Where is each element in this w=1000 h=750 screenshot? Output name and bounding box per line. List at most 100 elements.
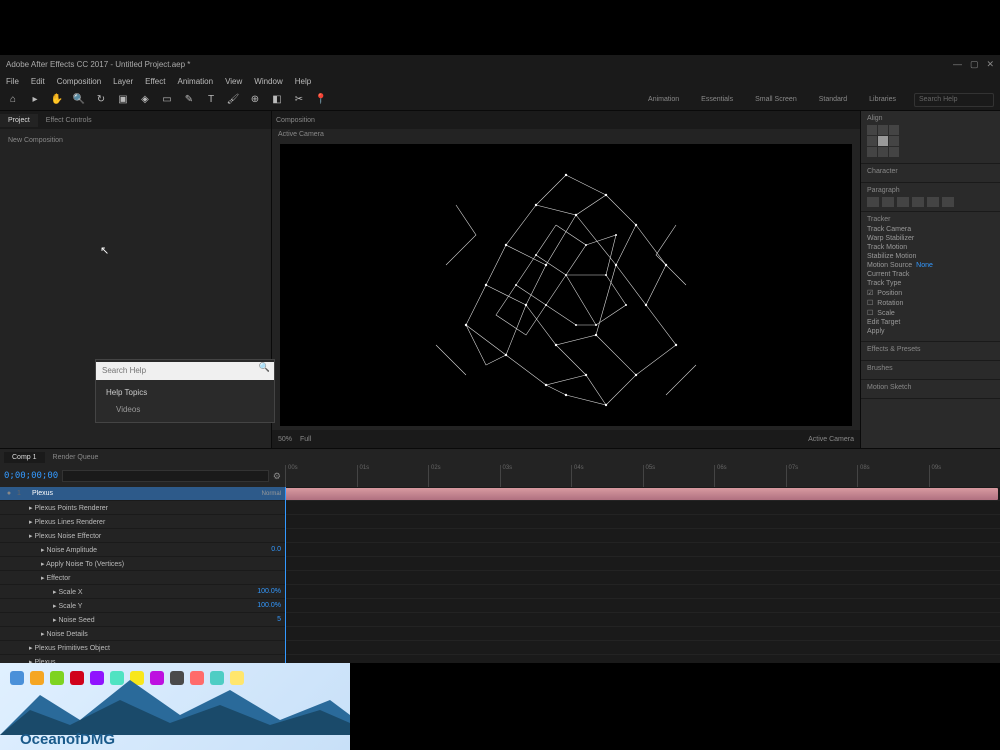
warp-stabilizer-button[interactable]: Warp Stabilizer xyxy=(867,235,914,242)
text-tool-icon[interactable]: T xyxy=(204,93,218,107)
paragraph-align-icons[interactable] xyxy=(867,197,994,207)
workspace-libraries[interactable]: Libraries xyxy=(859,94,906,105)
menu-edit[interactable]: Edit xyxy=(31,77,45,86)
menu-layer[interactable]: Layer xyxy=(113,77,133,86)
maximize-button[interactable]: ▢ xyxy=(970,59,979,70)
position-checkbox-label[interactable]: Position xyxy=(877,290,902,297)
comp-viewer-tabs: Composition xyxy=(272,111,860,129)
project-header: New Composition xyxy=(8,137,263,144)
timeline-panel: Comp 1 Render Queue 0;00;00;00 ⚙ 00s 01s… xyxy=(0,448,1000,663)
layer-row[interactable]: ▸ Plexus Noise Effector xyxy=(0,529,285,543)
viewer-camera-label: Active Camera xyxy=(272,129,860,140)
menu-animation[interactable]: Animation xyxy=(177,77,213,86)
window-title: Adobe After Effects CC 2017 - Untitled P… xyxy=(6,60,190,69)
stabilize-motion-button[interactable]: Stabilize Motion xyxy=(867,253,916,260)
layer-row[interactable]: ▸ Plexus xyxy=(0,655,285,663)
layer-row[interactable]: ▸ Scale X100.0% xyxy=(0,585,285,599)
menu-file[interactable]: File xyxy=(6,77,19,86)
project-panel: Project Effect Controls New Composition … xyxy=(0,111,272,448)
home-icon[interactable]: ⌂ xyxy=(6,93,20,107)
motion-source-label: Motion Source xyxy=(867,262,912,269)
edit-target-button[interactable]: Edit Target xyxy=(867,319,900,326)
layer-row[interactable]: ▸ Plexus Primitives Object xyxy=(0,641,285,655)
search-result-videos[interactable]: Videos xyxy=(96,401,274,418)
anchor-grid[interactable] xyxy=(867,125,994,157)
workspace-essentials[interactable]: Essentials xyxy=(691,94,743,105)
workspace-standard[interactable]: Standard xyxy=(809,94,857,105)
timeline-body: ●1PlexusNormal▸ Plexus Points Renderer▸ … xyxy=(0,487,1000,663)
toolbar: ⌂ ▸ ✋ 🔍 ↻ ▣ ◈ ▭ ✎ T 🖌 ⊕ ◧ ✂ 📍 Animation … xyxy=(0,89,1000,111)
layer-row[interactable]: ▸ Scale Y100.0% xyxy=(0,599,285,613)
layer-search-input[interactable] xyxy=(62,470,269,482)
menu-effect[interactable]: Effect xyxy=(145,77,165,86)
tracker-panel-title: Tracker xyxy=(867,216,994,223)
paragraph-panel-title: Paragraph xyxy=(867,187,994,194)
menu-view[interactable]: View xyxy=(225,77,242,86)
effects-presets-title: Effects & Presets xyxy=(867,346,994,353)
minimize-button[interactable]: — xyxy=(953,59,962,70)
rotation-tool-icon[interactable]: ↻ xyxy=(94,93,108,107)
watermark-text: OceanofDMG xyxy=(20,731,115,748)
search-result-help[interactable]: Help Topics xyxy=(96,384,274,401)
clone-tool-icon[interactable]: ⊕ xyxy=(248,93,262,107)
layer-row[interactable]: ▸ Noise Seed5 xyxy=(0,613,285,627)
menu-composition[interactable]: Composition xyxy=(57,77,101,86)
time-ruler[interactable]: 00s 01s 02s 03s 04s 05s 06s 07s 08s 09s xyxy=(285,465,1000,487)
layer-row[interactable]: ▸ Effector xyxy=(0,571,285,585)
menu-help[interactable]: Help xyxy=(295,77,311,86)
app-window: Adobe After Effects CC 2017 - Untitled P… xyxy=(0,55,1000,663)
layer-bar[interactable] xyxy=(285,488,998,500)
layer-row[interactable]: ▸ Apply Noise To (Vertices) xyxy=(0,557,285,571)
workspace-small-screen[interactable]: Small Screen xyxy=(745,94,807,105)
playhead[interactable] xyxy=(285,487,286,663)
track-area[interactable] xyxy=(285,487,1000,663)
project-content: New Composition ↖ 🔍 Help Topics Videos xyxy=(0,129,271,448)
tab-effect-controls[interactable]: Effect Controls xyxy=(38,114,100,127)
titlebar: Adobe After Effects CC 2017 - Untitled P… xyxy=(0,55,1000,73)
layer-row[interactable]: ●1PlexusNormal xyxy=(0,487,285,501)
track-camera-button[interactable]: Track Camera xyxy=(867,226,911,233)
render-queue-tab[interactable]: Render Queue xyxy=(45,452,107,463)
comp-viewer-tab[interactable]: Composition xyxy=(276,117,315,124)
apply-button[interactable]: Apply xyxy=(867,328,885,335)
menu-window[interactable]: Window xyxy=(254,77,282,86)
selection-tool-icon[interactable]: ▸ xyxy=(28,93,42,107)
plexus-render xyxy=(356,144,776,426)
timeline-toggle-icon[interactable]: ⚙ xyxy=(273,471,281,482)
watermark-footer: OceanofDMG xyxy=(0,663,350,750)
brush-tool-icon[interactable]: 🖌 xyxy=(226,93,240,107)
pen-tool-icon[interactable]: ✎ xyxy=(182,93,196,107)
timecode-display[interactable]: 0;00;00;00 xyxy=(4,471,58,481)
pan-behind-tool-icon[interactable]: ◈ xyxy=(138,93,152,107)
layer-row[interactable]: ▸ Plexus Lines Renderer xyxy=(0,515,285,529)
camera-tool-icon[interactable]: ▣ xyxy=(116,93,130,107)
rectangle-tool-icon[interactable]: ▭ xyxy=(160,93,174,107)
character-panel-title: Character xyxy=(867,168,994,175)
zoom-dropdown[interactable]: 50% xyxy=(278,436,292,443)
popup-search-input[interactable] xyxy=(96,362,274,380)
track-type-label: Track Type xyxy=(867,280,901,287)
eraser-tool-icon[interactable]: ◧ xyxy=(270,93,284,107)
tab-project[interactable]: Project xyxy=(0,114,38,127)
roto-tool-icon[interactable]: ✂ xyxy=(292,93,306,107)
resolution-dropdown[interactable]: Full xyxy=(300,436,311,443)
close-button[interactable]: ✕ xyxy=(986,59,994,70)
scale-checkbox-label[interactable]: Scale xyxy=(877,310,895,317)
rotation-checkbox-label[interactable]: Rotation xyxy=(877,300,903,307)
hand-tool-icon[interactable]: ✋ xyxy=(50,93,64,107)
layer-list: ●1PlexusNormal▸ Plexus Points Renderer▸ … xyxy=(0,487,285,663)
main-area: Project Effect Controls New Composition … xyxy=(0,111,1000,448)
puppet-tool-icon[interactable]: 📍 xyxy=(314,93,328,107)
timeline-comp-tab[interactable]: Comp 1 xyxy=(4,452,45,463)
layer-row[interactable]: ▸ Noise Details xyxy=(0,627,285,641)
workspace-animation[interactable]: Animation xyxy=(638,94,689,105)
camera-dropdown[interactable]: Active Camera xyxy=(808,436,854,443)
motion-source-value[interactable]: None xyxy=(916,262,933,269)
help-search-input[interactable]: Search Help xyxy=(914,93,994,107)
layer-row[interactable]: ▸ Plexus Points Renderer xyxy=(0,501,285,515)
track-motion-button[interactable]: Track Motion xyxy=(867,244,907,251)
viewer-canvas[interactable] xyxy=(280,144,852,426)
current-track-label: Current Track xyxy=(867,271,909,278)
layer-row[interactable]: ▸ Noise Amplitude0.0 xyxy=(0,543,285,557)
zoom-tool-icon[interactable]: 🔍 xyxy=(72,93,86,107)
